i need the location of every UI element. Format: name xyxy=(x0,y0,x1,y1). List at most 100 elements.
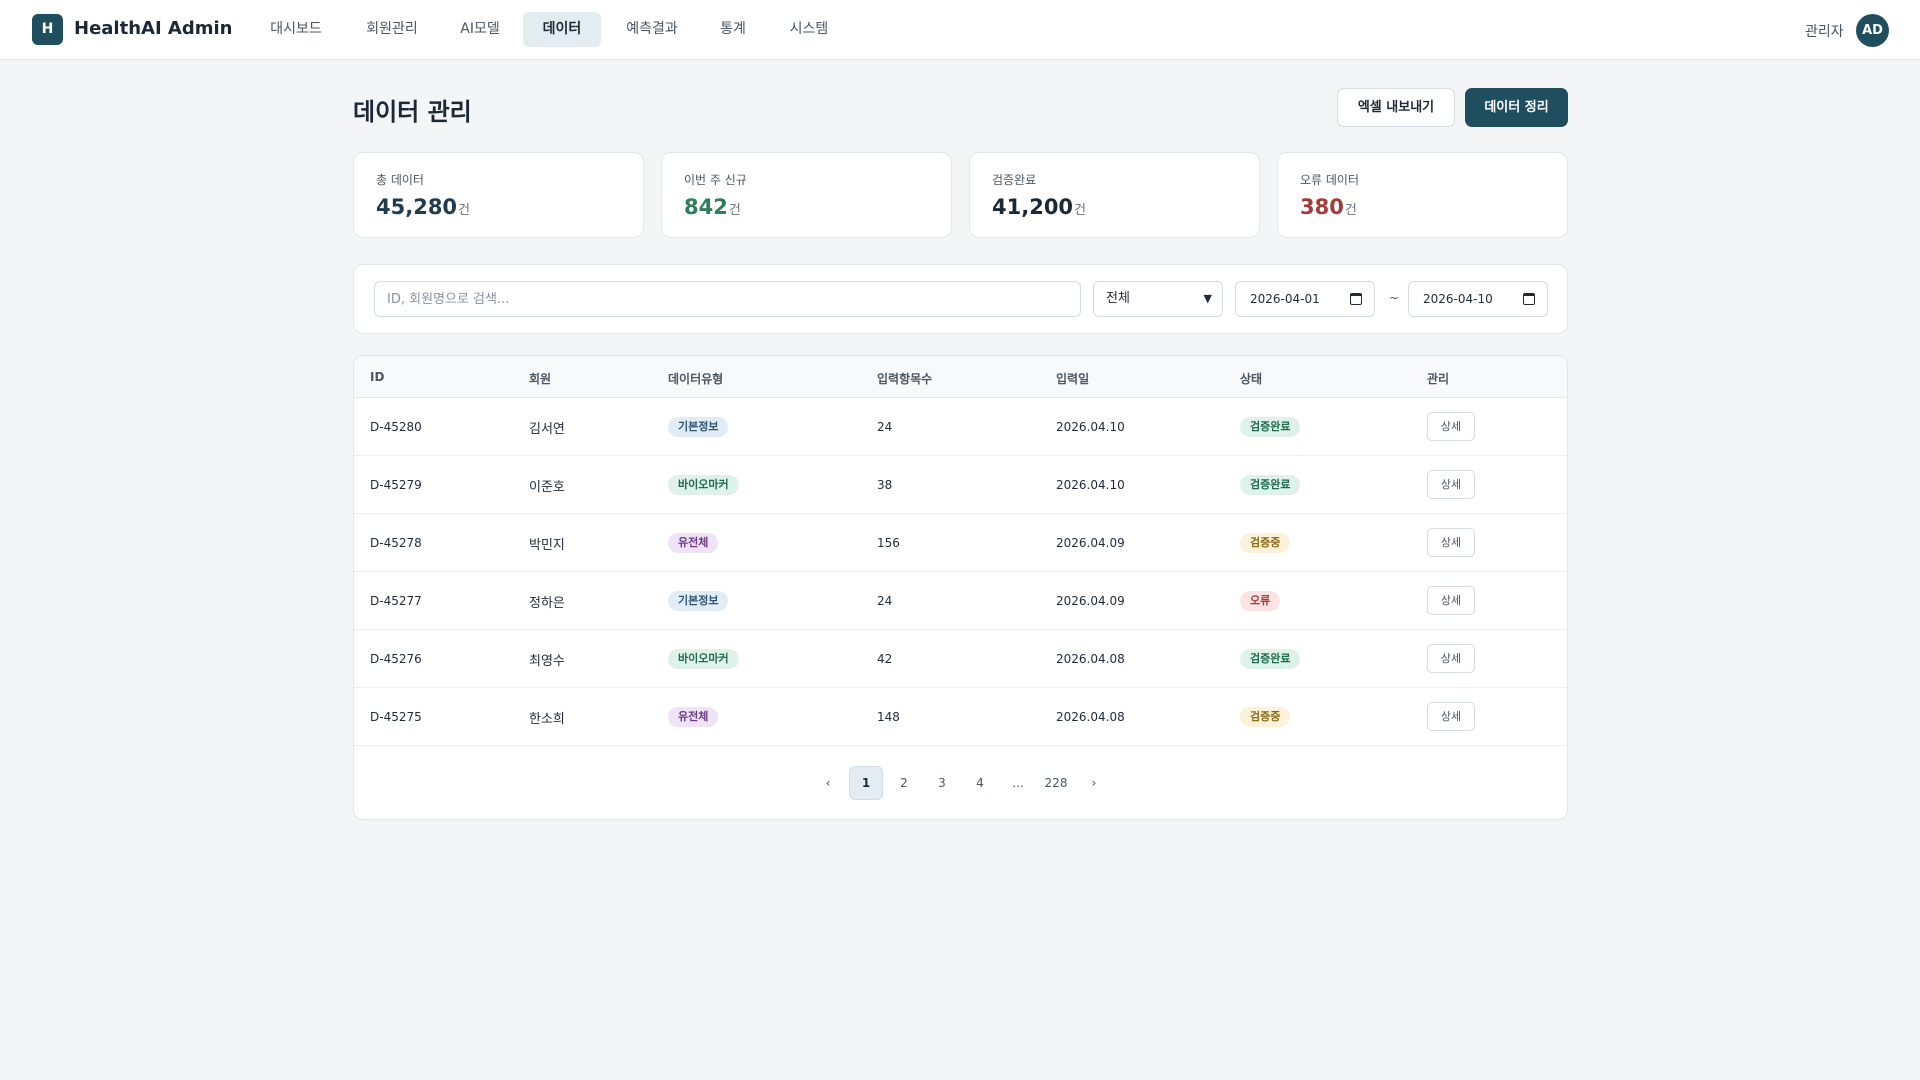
table-row[interactable]: D-45278 박민지 유전체 156 2026.04.09 검증중 상세 xyxy=(354,514,1567,572)
table-row[interactable]: D-45277 정하은 기본정보 24 2026.04.09 오류 상세 xyxy=(354,572,1567,630)
table-row[interactable]: D-45275 한소희 유전체 148 2026.04.08 검증중 상세 xyxy=(354,688,1567,746)
nav-item-ai-model[interactable]: AI모델 xyxy=(446,12,514,47)
cell-input-date: 2026.04.10 xyxy=(1056,420,1125,434)
cell-id: D-45280 xyxy=(370,420,422,434)
stat-value: 41,200 xyxy=(992,195,1074,219)
cell-item-count: 38 xyxy=(877,478,893,492)
cell-member: 한소희 xyxy=(529,712,565,727)
detail-button[interactable]: 상세 xyxy=(1427,586,1475,615)
top-navigation-bar: H HealthAI Admin 대시보드 회원관리 AI모델 데이터 예측결과… xyxy=(0,0,1920,60)
date-from-field[interactable]: 2026-04-01 xyxy=(1235,281,1375,317)
app-logo-icon[interactable]: H xyxy=(32,14,63,45)
page-button[interactable]: 4 xyxy=(963,766,997,800)
cell-id: D-45275 xyxy=(370,710,422,724)
export-excel-button[interactable]: 엑셀 내보내기 xyxy=(1337,88,1455,127)
nav-item-system[interactable]: 시스템 xyxy=(776,12,842,47)
stat-value-row: 842건 xyxy=(684,195,741,219)
cell-member: 정하은 xyxy=(529,596,565,611)
data-type-badge: 유전체 xyxy=(668,533,719,553)
cell-id: D-45277 xyxy=(370,594,422,608)
stat-label: 오류 데이터 xyxy=(1300,173,1360,187)
stat-value-row: 380건 xyxy=(1300,195,1357,219)
stat-card: 검증완료 41,200건 xyxy=(969,152,1260,238)
cell-item-count: 156 xyxy=(877,536,900,550)
data-type-badge: 바이오마커 xyxy=(668,475,739,495)
app-name[interactable]: HealthAI Admin xyxy=(74,18,232,39)
calendar-icon[interactable] xyxy=(1350,293,1362,305)
cell-input-date: 2026.04.09 xyxy=(1056,594,1125,608)
page-button[interactable]: 2 xyxy=(887,766,921,800)
stat-unit: 건 xyxy=(458,203,471,218)
stat-card: 총 데이터 45,280건 xyxy=(353,152,644,238)
detail-button[interactable]: 상세 xyxy=(1427,702,1475,731)
cell-member: 김서연 xyxy=(529,422,565,437)
data-type-badge: 바이오마커 xyxy=(668,649,739,669)
table-row[interactable]: D-45279 이준호 바이오마커 38 2026.04.10 검증완료 상세 xyxy=(354,456,1567,514)
cell-member: 박민지 xyxy=(529,538,565,553)
stat-label: 검증완료 xyxy=(992,173,1037,187)
page-button[interactable]: 228 xyxy=(1037,766,1075,800)
stat-value-row: 41,200건 xyxy=(992,195,1086,219)
stat-unit: 건 xyxy=(1074,203,1087,218)
status-badge: 검증중 xyxy=(1240,533,1291,553)
detail-button[interactable]: 상세 xyxy=(1427,470,1475,499)
stat-card: 이번 주 신규 842건 xyxy=(661,152,952,238)
next-page-button[interactable]: › xyxy=(1077,766,1111,800)
stat-value-row: 45,280건 xyxy=(376,195,470,219)
column-header-actions: 관리 xyxy=(1427,372,1450,386)
detail-button[interactable]: 상세 xyxy=(1427,412,1475,441)
data-type-select-value: 전체 xyxy=(1106,291,1130,306)
date-to-field[interactable]: 2026-04-10 xyxy=(1408,281,1548,317)
cell-member: 이준호 xyxy=(529,480,565,495)
stat-value: 45,280 xyxy=(376,195,458,219)
nav-item-data[interactable]: 데이터 xyxy=(523,12,601,47)
table-row[interactable]: D-45276 최영수 바이오마커 42 2026.04.08 검증완료 상세 xyxy=(354,630,1567,688)
cell-item-count: 148 xyxy=(877,710,900,724)
detail-button[interactable]: 상세 xyxy=(1427,528,1475,557)
status-badge: 검증완료 xyxy=(1240,475,1301,495)
stat-unit: 건 xyxy=(728,203,741,218)
column-header-id: ID xyxy=(370,370,385,384)
avatar[interactable]: AD xyxy=(1856,14,1889,47)
column-header-data-type: 데이터유형 xyxy=(668,372,724,386)
cell-id: D-45276 xyxy=(370,652,422,666)
search-input[interactable] xyxy=(374,281,1081,317)
data-cleanup-button[interactable]: 데이터 정리 xyxy=(1465,88,1568,127)
data-type-badge: 기본정보 xyxy=(668,417,729,437)
date-to-value: 2026-04-10 xyxy=(1423,292,1493,306)
chevron-down-icon: ▼ xyxy=(1203,292,1212,305)
nav-item-members[interactable]: 회원관리 xyxy=(352,12,432,47)
status-badge: 검증완료 xyxy=(1240,649,1301,669)
cell-input-date: 2026.04.10 xyxy=(1056,478,1125,492)
cell-item-count: 42 xyxy=(877,652,893,666)
nav-item-statistics[interactable]: 통계 xyxy=(707,12,759,47)
date-range-separator: ~ xyxy=(1389,291,1400,305)
filter-bar: 전체 ▼ 2026-04-01 ~ 2026-04-10 xyxy=(353,264,1568,334)
data-table: ID 회원 데이터유형 입력항목수 입력일 상태 관리 D-45280 김서연 기본… xyxy=(353,355,1568,820)
column-header-input-date: 입력일 xyxy=(1056,372,1090,386)
data-type-badge: 기본정보 xyxy=(668,591,729,611)
cell-member: 최영수 xyxy=(529,654,565,669)
stat-label: 총 데이터 xyxy=(376,173,424,187)
table-header: ID 회원 데이터유형 입력항목수 입력일 상태 관리 xyxy=(354,356,1567,398)
table-row[interactable]: D-45280 김서연 기본정보 24 2026.04.10 검증완료 상세 xyxy=(354,398,1567,456)
data-type-select[interactable]: 전체 ▼ xyxy=(1093,281,1223,317)
nav-item-predictions[interactable]: 예측결과 xyxy=(614,12,690,47)
cell-input-date: 2026.04.09 xyxy=(1056,536,1125,550)
pagination: ‹ 1 2 3 4... 228 › xyxy=(354,766,1567,800)
page-button[interactable]: 1 xyxy=(849,766,883,800)
prev-page-button[interactable]: ‹ xyxy=(811,766,845,800)
page-title: 데이터 관리 xyxy=(353,98,472,126)
calendar-icon[interactable] xyxy=(1523,293,1535,305)
cell-item-count: 24 xyxy=(877,594,893,608)
status-badge: 오류 xyxy=(1240,591,1281,611)
column-header-status: 상태 xyxy=(1240,372,1263,386)
stat-card: 오류 데이터 380건 xyxy=(1277,152,1568,238)
nav-item-dashboard[interactable]: 대시보드 xyxy=(258,12,334,47)
stat-value: 380 xyxy=(1300,195,1344,219)
detail-button[interactable]: 상세 xyxy=(1427,644,1475,673)
page-button[interactable]: 3 xyxy=(925,766,959,800)
column-header-item-count: 입력항목수 xyxy=(877,372,933,386)
status-badge: 검증중 xyxy=(1240,707,1291,727)
column-header-member: 회원 xyxy=(529,372,552,386)
